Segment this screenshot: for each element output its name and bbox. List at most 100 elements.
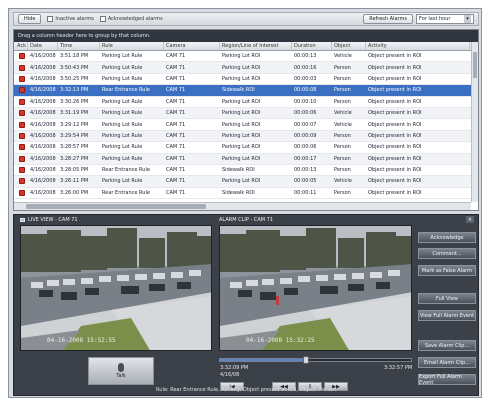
- alarm-icon[interactable]: [19, 132, 25, 139]
- alarm-icon[interactable]: [19, 87, 25, 94]
- clip-start-date: 4/16/08: [220, 372, 240, 378]
- alarm-icon[interactable]: [19, 75, 25, 82]
- close-icon[interactable]: ×: [466, 216, 474, 223]
- col-roi-header[interactable]: Region/Line of Interest: [220, 42, 292, 50]
- toolbar-right: Refresh Alarms For last hour ▾: [363, 14, 474, 24]
- cell-object: Person: [334, 189, 351, 196]
- talk-button[interactable]: Talk: [88, 357, 154, 385]
- cell-roi: Parking Lot ROI: [222, 98, 261, 105]
- ack-cell[interactable]: [14, 62, 28, 72]
- table-row[interactable]: 4/16/2008 3:28:05 PM Rear Entrance Rule CAM…: [14, 165, 478, 177]
- refresh-alarms-button[interactable]: Refresh Alarms: [363, 14, 413, 24]
- ack-cell[interactable]: [14, 119, 28, 129]
- ack-cell[interactable]: [14, 165, 28, 175]
- col-date-header[interactable]: Date: [28, 42, 58, 50]
- checkbox-box[interactable]: [99, 16, 106, 22]
- table-row[interactable]: 4/16/2008 3:28:27 PM Parking Lot Rule CAM 7…: [14, 153, 478, 165]
- alarm-grid: Drag a column header here to group by th…: [13, 29, 479, 211]
- time-range-select[interactable]: For last hour ▾: [416, 14, 474, 24]
- cell-object: Vehicle: [334, 110, 352, 117]
- table-row[interactable]: 4/16/2008 3:51:18 PM Parking Lot Rule CAM 7…: [14, 51, 478, 63]
- save-alarm-clip-button[interactable]: Save Alarm Clip...: [418, 340, 476, 351]
- table-row[interactable]: 4/16/2008 3:50:43 PM Parking Lot Rule CAM 7…: [14, 62, 478, 74]
- acknowledged-alarms-checkbox[interactable]: Acknowledged alarms: [99, 16, 163, 22]
- horizontal-scrollbar[interactable]: [14, 202, 471, 210]
- live-video[interactable]: 04-16-2008 15:52:55: [20, 225, 212, 351]
- cell-time: 3:28:27 PM: [60, 155, 89, 162]
- clip-progress-bar[interactable]: [219, 356, 412, 364]
- alarm-icon[interactable]: [19, 144, 25, 151]
- alarm-icon[interactable]: [19, 98, 25, 105]
- cell-time: 3:50:43 PM: [60, 64, 89, 71]
- email-alarm-clip-button[interactable]: Email Alarm Clip...: [418, 357, 476, 368]
- view-full-alarm-event-button[interactable]: View Full Alarm Event: [418, 310, 476, 321]
- full-view-button[interactable]: Full View: [418, 293, 476, 304]
- ack-cell[interactable]: [14, 74, 28, 84]
- ack-cell[interactable]: [14, 176, 28, 186]
- col-ack-header[interactable]: Ack: [14, 42, 28, 50]
- inactive-alarms-checkbox[interactable]: Inactive alarms: [47, 16, 94, 22]
- ack-cell[interactable]: [14, 97, 28, 107]
- acknowledge-button[interactable]: Acknowledge: [418, 232, 476, 243]
- table-row[interactable]: 4/16/2008 3:29:12 PM Parking Lot Rule CAM 7…: [14, 119, 478, 131]
- col-time-header[interactable]: Time: [58, 42, 100, 50]
- status-bar: Rule: Rear Entrance Rule, Activity: Obje…: [156, 387, 336, 393]
- vertical-scrollbar[interactable]: [471, 42, 478, 202]
- scroll-thumb[interactable]: [473, 52, 477, 78]
- cell-rule: Parking Lot Rule: [102, 53, 143, 60]
- alarm-clip-title: ALARM CLIP - CAM 71: [219, 216, 274, 223]
- table-row[interactable]: 4/16/2008 3:29:54 PM Parking Lot Rule CAM 7…: [14, 130, 478, 143]
- mark-false-alarm-button[interactable]: Mark as False Alarm: [418, 265, 476, 276]
- ack-cell[interactable]: [14, 131, 28, 141]
- cell-roi: Parking Lot ROI: [222, 155, 261, 162]
- cell-time: 3:51:18 PM: [60, 53, 89, 60]
- ack-cell[interactable]: [14, 51, 28, 61]
- col-activity-header[interactable]: Activity: [366, 42, 470, 50]
- cell-date: 4/16/2008: [30, 110, 56, 117]
- group-by-bar[interactable]: Drag a column header here to group by th…: [14, 30, 478, 42]
- chevron-down-icon[interactable]: ▾: [464, 15, 471, 23]
- ack-cell[interactable]: [14, 142, 28, 152]
- ack-cell[interactable]: [14, 85, 28, 95]
- col-camera-header[interactable]: Camera: [164, 42, 220, 50]
- table-row[interactable]: 4/16/2008 3:30:26 PM Parking Lot Rule CAM 7…: [14, 97, 478, 108]
- col-rule-header[interactable]: Rule: [100, 42, 164, 50]
- export-full-alarm-event-button[interactable]: Export Full Alarm Event: [418, 374, 476, 386]
- table-row[interactable]: 4/16/2008 3:31:19 PM Parking Lot Rule CAM 7…: [14, 107, 478, 120]
- alarm-icon[interactable]: [19, 189, 25, 196]
- alarm-icon[interactable]: [19, 167, 25, 174]
- table-row[interactable]: 4/16/2008 3:28:57 PM Parking Lot Rule CAM 7…: [14, 142, 478, 154]
- ack-cell[interactable]: [14, 154, 28, 164]
- ack-cell[interactable]: [14, 108, 28, 118]
- col-duration-header[interactable]: Duration: [292, 42, 332, 50]
- table-row[interactable]: 4/16/2008 3:50:25 PM Parking Lot Rule CAM 7…: [14, 74, 478, 86]
- cell-date: 4/16/2008: [30, 87, 56, 94]
- table-row[interactable]: 4/16/2008 3:32:13 PM Rear Entrance Rule CAM…: [14, 85, 478, 97]
- checkbox-box[interactable]: [47, 16, 54, 22]
- cell-date: 4/16/2008: [30, 98, 56, 105]
- cell-rule: Rear Entrance Rule: [102, 189, 150, 196]
- alarm-toolbar: Hide Inactive alarms Acknowledged alarms…: [13, 12, 479, 26]
- alarm-icon[interactable]: [19, 64, 25, 71]
- table-row[interactable]: 4/16/2008 3:26:00 PM Rear Entrance Rule CAM…: [14, 188, 478, 200]
- comment-button[interactable]: Comment...: [418, 248, 476, 259]
- alarm-icon[interactable]: [19, 155, 25, 162]
- alarm-icon[interactable]: [19, 178, 25, 185]
- cell-duration: 00:00:08: [294, 87, 317, 94]
- time-range-value: For last hour: [419, 16, 451, 22]
- ack-cell[interactable]: [14, 188, 28, 198]
- alarm-icon[interactable]: [19, 121, 25, 128]
- hide-button[interactable]: Hide: [18, 14, 42, 24]
- col-object-header[interactable]: Object: [332, 42, 366, 50]
- parking-lot-scene: [220, 226, 411, 350]
- alarm-icon[interactable]: [19, 110, 25, 117]
- scroll-thumb[interactable]: [26, 204, 206, 209]
- cell-date: 4/16/2008: [30, 53, 56, 60]
- alarm-clip-header: ALARM CLIP - CAM 71: [219, 215, 273, 224]
- cell-camera: CAM 71: [166, 155, 186, 162]
- column-header-row: Ack Date Time Rule Camera Region/Line of Inte…: [14, 42, 478, 51]
- alarm-icon[interactable]: [19, 53, 25, 60]
- progress-handle[interactable]: [302, 356, 309, 364]
- table-row[interactable]: 4/16/2008 3:26:11 PM Parking Lot Rule CAM 7…: [14, 176, 478, 188]
- alarm-clip-video[interactable]: 04-16-2008 15:32:25: [219, 225, 412, 351]
